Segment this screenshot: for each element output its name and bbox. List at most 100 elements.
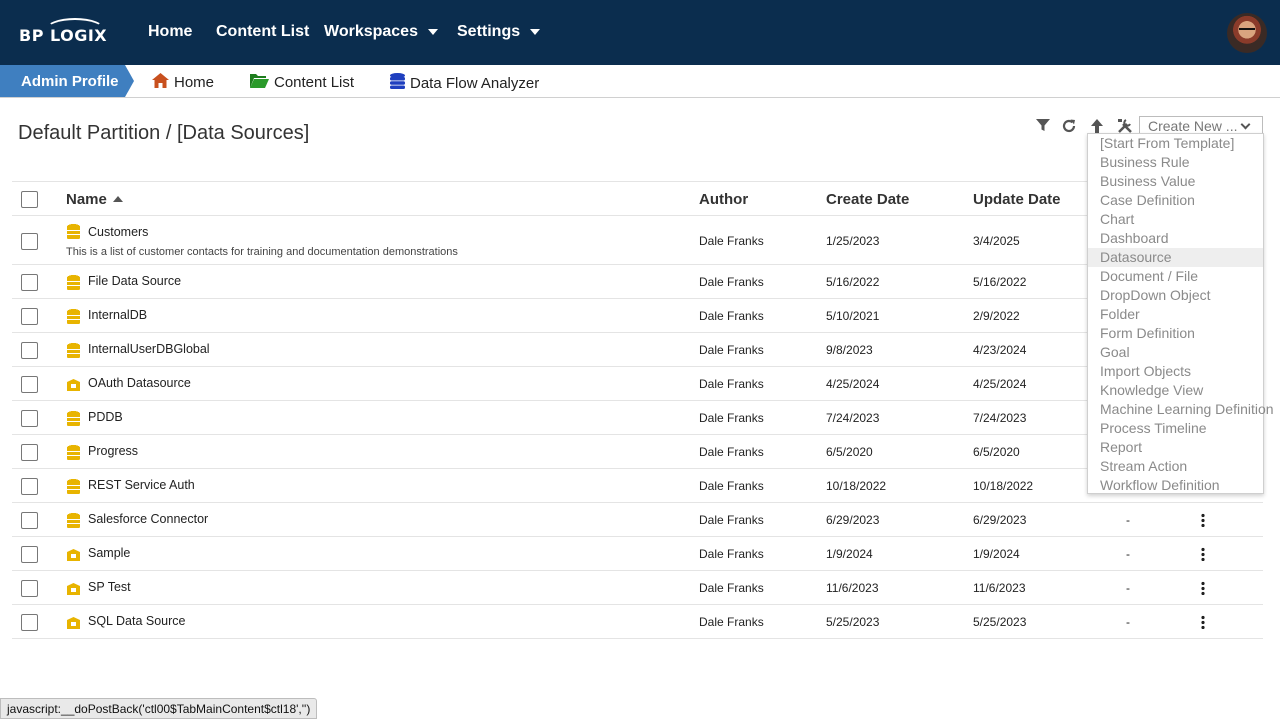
row-name-link[interactable]: Salesforce Connector (88, 512, 208, 526)
row-name-link[interactable]: Sample (88, 546, 130, 560)
row-checkbox[interactable] (21, 444, 38, 461)
row-create-date: 1/9/2024 (826, 547, 873, 561)
row-checkbox[interactable] (21, 274, 38, 291)
column-header-author[interactable]: Author (699, 191, 748, 208)
row-name-link[interactable]: InternalDB (88, 308, 147, 322)
table-row[interactable]: Customers This is a list of customer cont… (12, 217, 1263, 265)
table-row[interactable]: SQL Data Source Dale Franks 5/25/2023 5/25/… (12, 605, 1263, 639)
column-header-update-date[interactable]: Update Date (973, 191, 1061, 208)
row-create-date: 6/5/2020 (826, 445, 873, 459)
table-row[interactable]: Sample Dale Franks 1/9/2024 1/9/2024 - (12, 537, 1263, 571)
row-name-link[interactable]: Progress (88, 444, 138, 458)
create-menu-item[interactable]: Business Value (1088, 172, 1263, 191)
create-menu-item[interactable]: Business Rule (1088, 153, 1263, 172)
column-header-create-date[interactable]: Create Date (826, 191, 909, 208)
table-row[interactable]: File Data Source Dale Franks 5/16/2022 5/16… (12, 265, 1263, 299)
table-row[interactable]: Progress Dale Franks 6/5/2020 6/5/2020 (12, 435, 1263, 469)
table-row[interactable]: InternalDB Dale Franks 5/10/2021 2/9/2022 (12, 299, 1263, 333)
row-update-date: 6/5/2020 (973, 445, 1020, 459)
create-menu-item[interactable]: Case Definition (1088, 191, 1263, 210)
row-name-link[interactable]: PDDB (88, 410, 123, 424)
table-row[interactable]: REST Service Auth Dale Franks 10/18/2022 10… (12, 469, 1263, 503)
tab-content-list[interactable]: Content List (250, 73, 354, 92)
create-menu-item[interactable]: Process Timeline (1088, 419, 1263, 438)
refresh-icon[interactable] (1060, 118, 1078, 136)
create-menu-item[interactable]: Dashboard (1088, 229, 1263, 248)
tab-admin-profile[interactable]: Admin Profile (0, 65, 134, 97)
tab-home[interactable]: Home (152, 73, 214, 92)
row-name-link[interactable]: Customers (88, 225, 148, 239)
row-extra-value: - (1126, 581, 1130, 595)
nav-settings-label: Settings (457, 23, 521, 40)
row-create-date: 7/24/2023 (826, 411, 880, 425)
nav-workspaces[interactable]: Workspaces (324, 23, 438, 41)
row-checkbox[interactable] (21, 512, 38, 529)
row-create-date: 9/8/2023 (826, 343, 873, 357)
table-row[interactable]: SP Test Dale Franks 11/6/2023 11/6/2023 - (12, 571, 1263, 605)
bp-logix-logo[interactable]: BP LOGIX (19, 18, 107, 46)
row-name-link[interactable]: SQL Data Source (88, 614, 186, 628)
row-author: Dale Franks (699, 377, 764, 391)
create-menu-item[interactable]: Folder (1088, 305, 1263, 324)
row-checkbox[interactable] (21, 342, 38, 359)
row-author: Dale Franks (699, 275, 764, 289)
row-checkbox[interactable] (21, 580, 38, 597)
row-checkbox[interactable] (21, 308, 38, 325)
filter-icon[interactable] (1034, 118, 1052, 136)
table-row[interactable]: InternalUserDBGlobal Dale Franks 9/8/2023 4… (12, 333, 1263, 367)
more-options-icon[interactable] (1201, 615, 1205, 629)
row-name-link[interactable]: OAuth Datasource (88, 376, 191, 390)
folder-house-icon (67, 617, 80, 629)
nav-content-list-label: Content List (216, 23, 310, 40)
row-name-link[interactable]: InternalUserDBGlobal (88, 342, 210, 356)
create-new-label: Create New ... (1148, 118, 1238, 134)
user-avatar[interactable] (1227, 13, 1267, 53)
row-checkbox[interactable] (21, 410, 38, 427)
row-create-date: 6/29/2023 (826, 513, 880, 527)
create-menu-item[interactable]: DropDown Object (1088, 286, 1263, 305)
row-name-link[interactable]: File Data Source (88, 274, 181, 288)
create-menu-item[interactable]: Form Definition (1088, 324, 1263, 343)
table-row[interactable]: OAuth Datasource Dale Franks 4/25/2024 4/25… (12, 367, 1263, 401)
more-options-icon[interactable] (1201, 513, 1205, 527)
create-menu-item[interactable]: Chart (1088, 210, 1263, 229)
row-name-link[interactable]: REST Service Auth (88, 478, 195, 492)
row-name-link[interactable]: SP Test (88, 580, 131, 594)
row-author: Dale Franks (699, 513, 764, 527)
database-icon (67, 411, 80, 427)
create-menu-item[interactable]: Datasource (1088, 248, 1263, 267)
row-checkbox[interactable] (21, 376, 38, 393)
nav-settings[interactable]: Settings (457, 23, 541, 41)
row-author: Dale Franks (699, 547, 764, 561)
row-checkbox[interactable] (21, 233, 38, 250)
table-row[interactable]: PDDB Dale Franks 7/24/2023 7/24/2023 (12, 401, 1263, 435)
create-menu-item[interactable]: Goal (1088, 343, 1263, 362)
nav-home[interactable]: Home (148, 23, 192, 41)
table-row[interactable]: Salesforce Connector Dale Franks 6/29/2023… (12, 503, 1263, 537)
data-sources-table: Name Author Create Date Update Date Cust… (12, 181, 1263, 639)
more-options-icon[interactable] (1201, 581, 1205, 595)
create-menu-item[interactable]: Machine Learning Definition (1088, 400, 1274, 419)
home-icon (152, 73, 169, 92)
row-checkbox[interactable] (21, 546, 38, 563)
create-menu-item[interactable]: Document / File (1088, 267, 1263, 286)
create-menu-item[interactable]: Import Objects (1088, 362, 1263, 381)
folder-house-icon (67, 549, 80, 561)
row-checkbox[interactable] (21, 614, 38, 631)
more-options-icon[interactable] (1201, 547, 1205, 561)
column-header-name[interactable]: Name (66, 191, 123, 208)
create-menu-item[interactable]: Knowledge View (1088, 381, 1263, 400)
row-update-date: 11/6/2023 (973, 581, 1026, 595)
row-update-date: 3/4/2025 (973, 234, 1020, 248)
create-menu-item[interactable]: Stream Action (1088, 457, 1263, 476)
nav-content-list[interactable]: Content List (216, 23, 309, 41)
create-menu-item[interactable]: Report (1088, 438, 1263, 457)
create-menu-item[interactable]: [Start From Template] (1088, 134, 1263, 153)
select-all-checkbox[interactable] (21, 191, 38, 208)
tab-data-flow-analyzer[interactable]: Data Flow Analyzer (390, 73, 539, 93)
database-icon (67, 513, 80, 529)
page-title: Default Partition / [Data Sources] (18, 122, 310, 144)
create-menu-item[interactable]: Workflow Definition (1088, 476, 1263, 495)
row-author: Dale Franks (699, 411, 764, 425)
row-checkbox[interactable] (21, 478, 38, 495)
